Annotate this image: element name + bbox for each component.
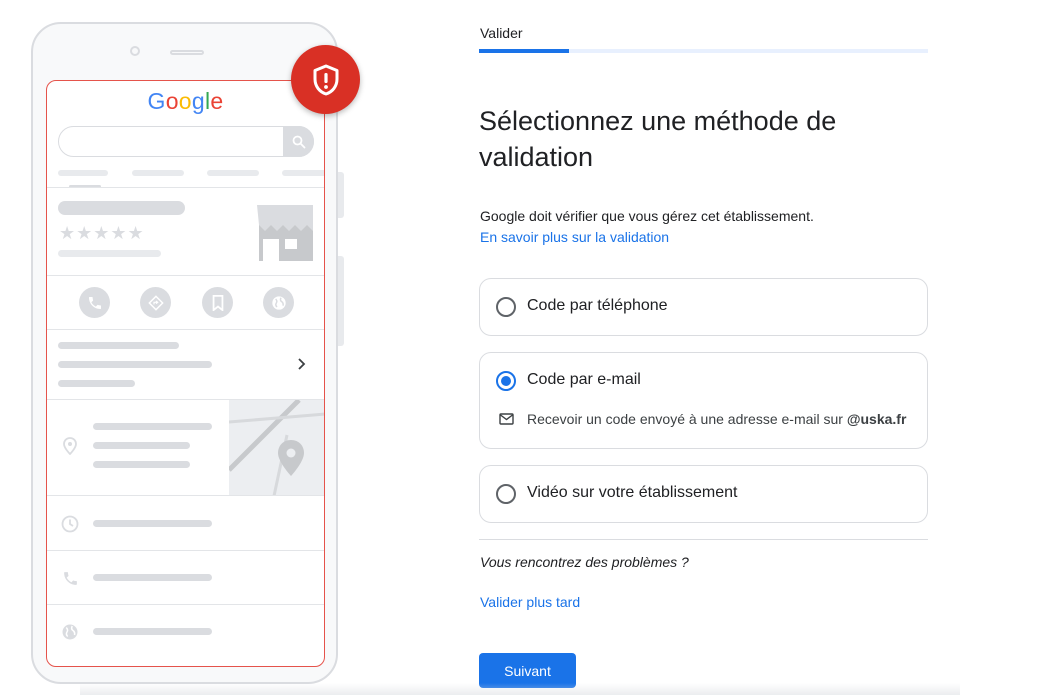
placeholder-line (93, 442, 190, 449)
placeholder-line (58, 250, 161, 257)
placeholder-line (58, 361, 212, 368)
storefront-icon (251, 203, 313, 261)
logo-letter: e (210, 88, 224, 114)
bookmark-icon (202, 287, 233, 318)
placeholder-line (93, 423, 212, 430)
placeholder-line (93, 520, 212, 527)
placeholder-line (93, 628, 212, 635)
location-pin-icon (60, 436, 80, 456)
chevron-right-icon (297, 357, 307, 376)
bottom-shadow (80, 683, 960, 695)
phone-icon (79, 287, 110, 318)
placeholder-line (282, 170, 324, 176)
globe-icon (263, 287, 294, 318)
divider (47, 187, 324, 188)
star-rating: ★★★★★ (59, 223, 145, 244)
directions-icon (140, 287, 171, 318)
divider (47, 275, 324, 276)
divider (47, 329, 324, 330)
placeholder-line (207, 170, 259, 176)
progress-bar-fill (479, 49, 569, 53)
progress-bar (479, 49, 928, 53)
option-sub-text: Recevoir un code envoyé à une adresse e-… (527, 411, 906, 427)
phone-camera (130, 46, 140, 56)
phone-speaker (170, 50, 204, 55)
divider (47, 550, 324, 551)
divider (479, 539, 928, 540)
radio-button-selected[interactable] (496, 371, 516, 391)
radio-button[interactable] (496, 297, 516, 317)
logo-letter: G (147, 88, 166, 114)
radio-button[interactable] (496, 484, 516, 504)
logo-letter: g (191, 88, 205, 114)
mail-icon (499, 413, 514, 425)
placeholder-title (58, 201, 185, 215)
placeholder-line (58, 170, 108, 176)
placeholder-line (58, 380, 135, 387)
description-text: Google doit vérifier que vous gérez cet … (480, 208, 814, 224)
learn-more-link[interactable]: En savoir plus sur la validation (480, 229, 669, 245)
phone-side-button (338, 172, 344, 218)
validate-later-link[interactable]: Valider plus tard (480, 594, 580, 610)
option-label: Vidéo sur votre établissement (527, 484, 738, 501)
search-icon (283, 126, 314, 157)
logo-letter: o (178, 88, 192, 114)
divider (47, 495, 324, 496)
option-phone-code[interactable]: Code par téléphone (479, 278, 928, 336)
option-label: Code par téléphone (527, 297, 668, 314)
globe-icon (60, 622, 80, 642)
google-logo: Google (47, 88, 324, 115)
placeholder-line (58, 342, 179, 349)
step-label: Valider (480, 25, 523, 41)
phone-icon (60, 568, 80, 588)
phone-screen: Google ★★★★★ (46, 80, 325, 667)
email-domain: @uska.fr (846, 411, 907, 427)
map-thumbnail (229, 400, 324, 496)
shield-alert-icon (291, 45, 360, 114)
trouble-text: Vous rencontrez des problèmes ? (480, 554, 689, 570)
option-video[interactable]: Vidéo sur votre établissement (479, 465, 928, 523)
placeholder-line (93, 574, 212, 581)
mock-search-bar (58, 126, 314, 157)
page-title: Sélectionnez une méthode de validation (479, 106, 837, 172)
option-email-code[interactable]: Code par e-mail Recevoir un code envoyé … (479, 352, 928, 449)
divider (47, 604, 324, 605)
option-label: Code par e-mail (527, 371, 641, 388)
clock-icon (60, 514, 80, 534)
placeholder-line (93, 461, 190, 468)
placeholder-line (132, 170, 184, 176)
phone-side-button (338, 256, 344, 346)
sub-text: Recevoir un code envoyé à une adresse e-… (527, 411, 847, 427)
logo-letter: o (165, 88, 179, 114)
